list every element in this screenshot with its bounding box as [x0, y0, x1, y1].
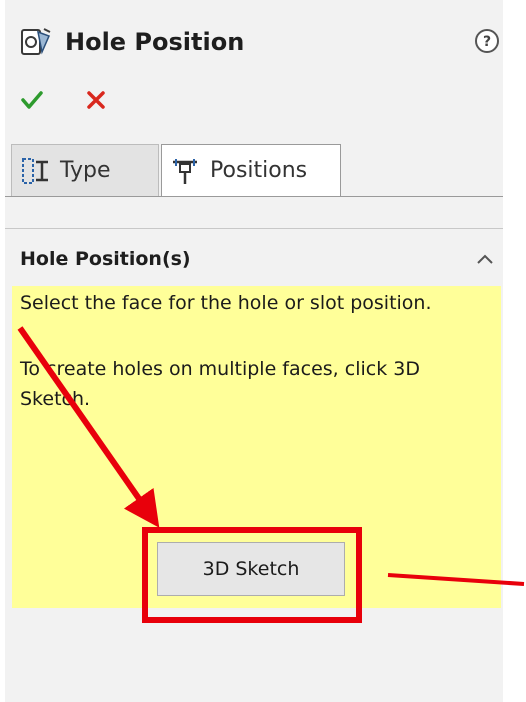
tab-type[interactable]: Type [11, 144, 159, 196]
tab-positions-label: Positions [210, 158, 308, 183]
x-icon[interactable] [84, 88, 108, 112]
annotation-highlight-box [142, 527, 362, 623]
tab-strip: Type Positions [5, 144, 503, 197]
positions-tab-icon [173, 158, 197, 184]
panel-left-edge [0, 0, 5, 702]
tab-type-label: Type [60, 158, 111, 183]
message-line-2: To create holes on multiple faces, click… [20, 358, 420, 410]
hole-wizard-icon [21, 28, 51, 55]
tab-positions[interactable]: Positions [161, 144, 341, 197]
property-manager-panel: Hole Position ? Type Positions Hole Posi… [0, 0, 526, 702]
message-line-1: Select the face for the hole or slot pos… [20, 292, 432, 314]
checkmark-icon[interactable] [20, 88, 44, 112]
section-separator [5, 228, 503, 229]
panel-title: Hole Position [65, 28, 245, 56]
group-title: Hole Position(s) [20, 248, 191, 270]
help-icon[interactable]: ? [474, 28, 500, 54]
chevron-up-icon[interactable] [476, 252, 494, 266]
svg-text:?: ? [483, 34, 491, 50]
tab-baseline [5, 196, 503, 197]
type-tab-icon [22, 157, 48, 184]
panel-right-edge [503, 0, 526, 702]
